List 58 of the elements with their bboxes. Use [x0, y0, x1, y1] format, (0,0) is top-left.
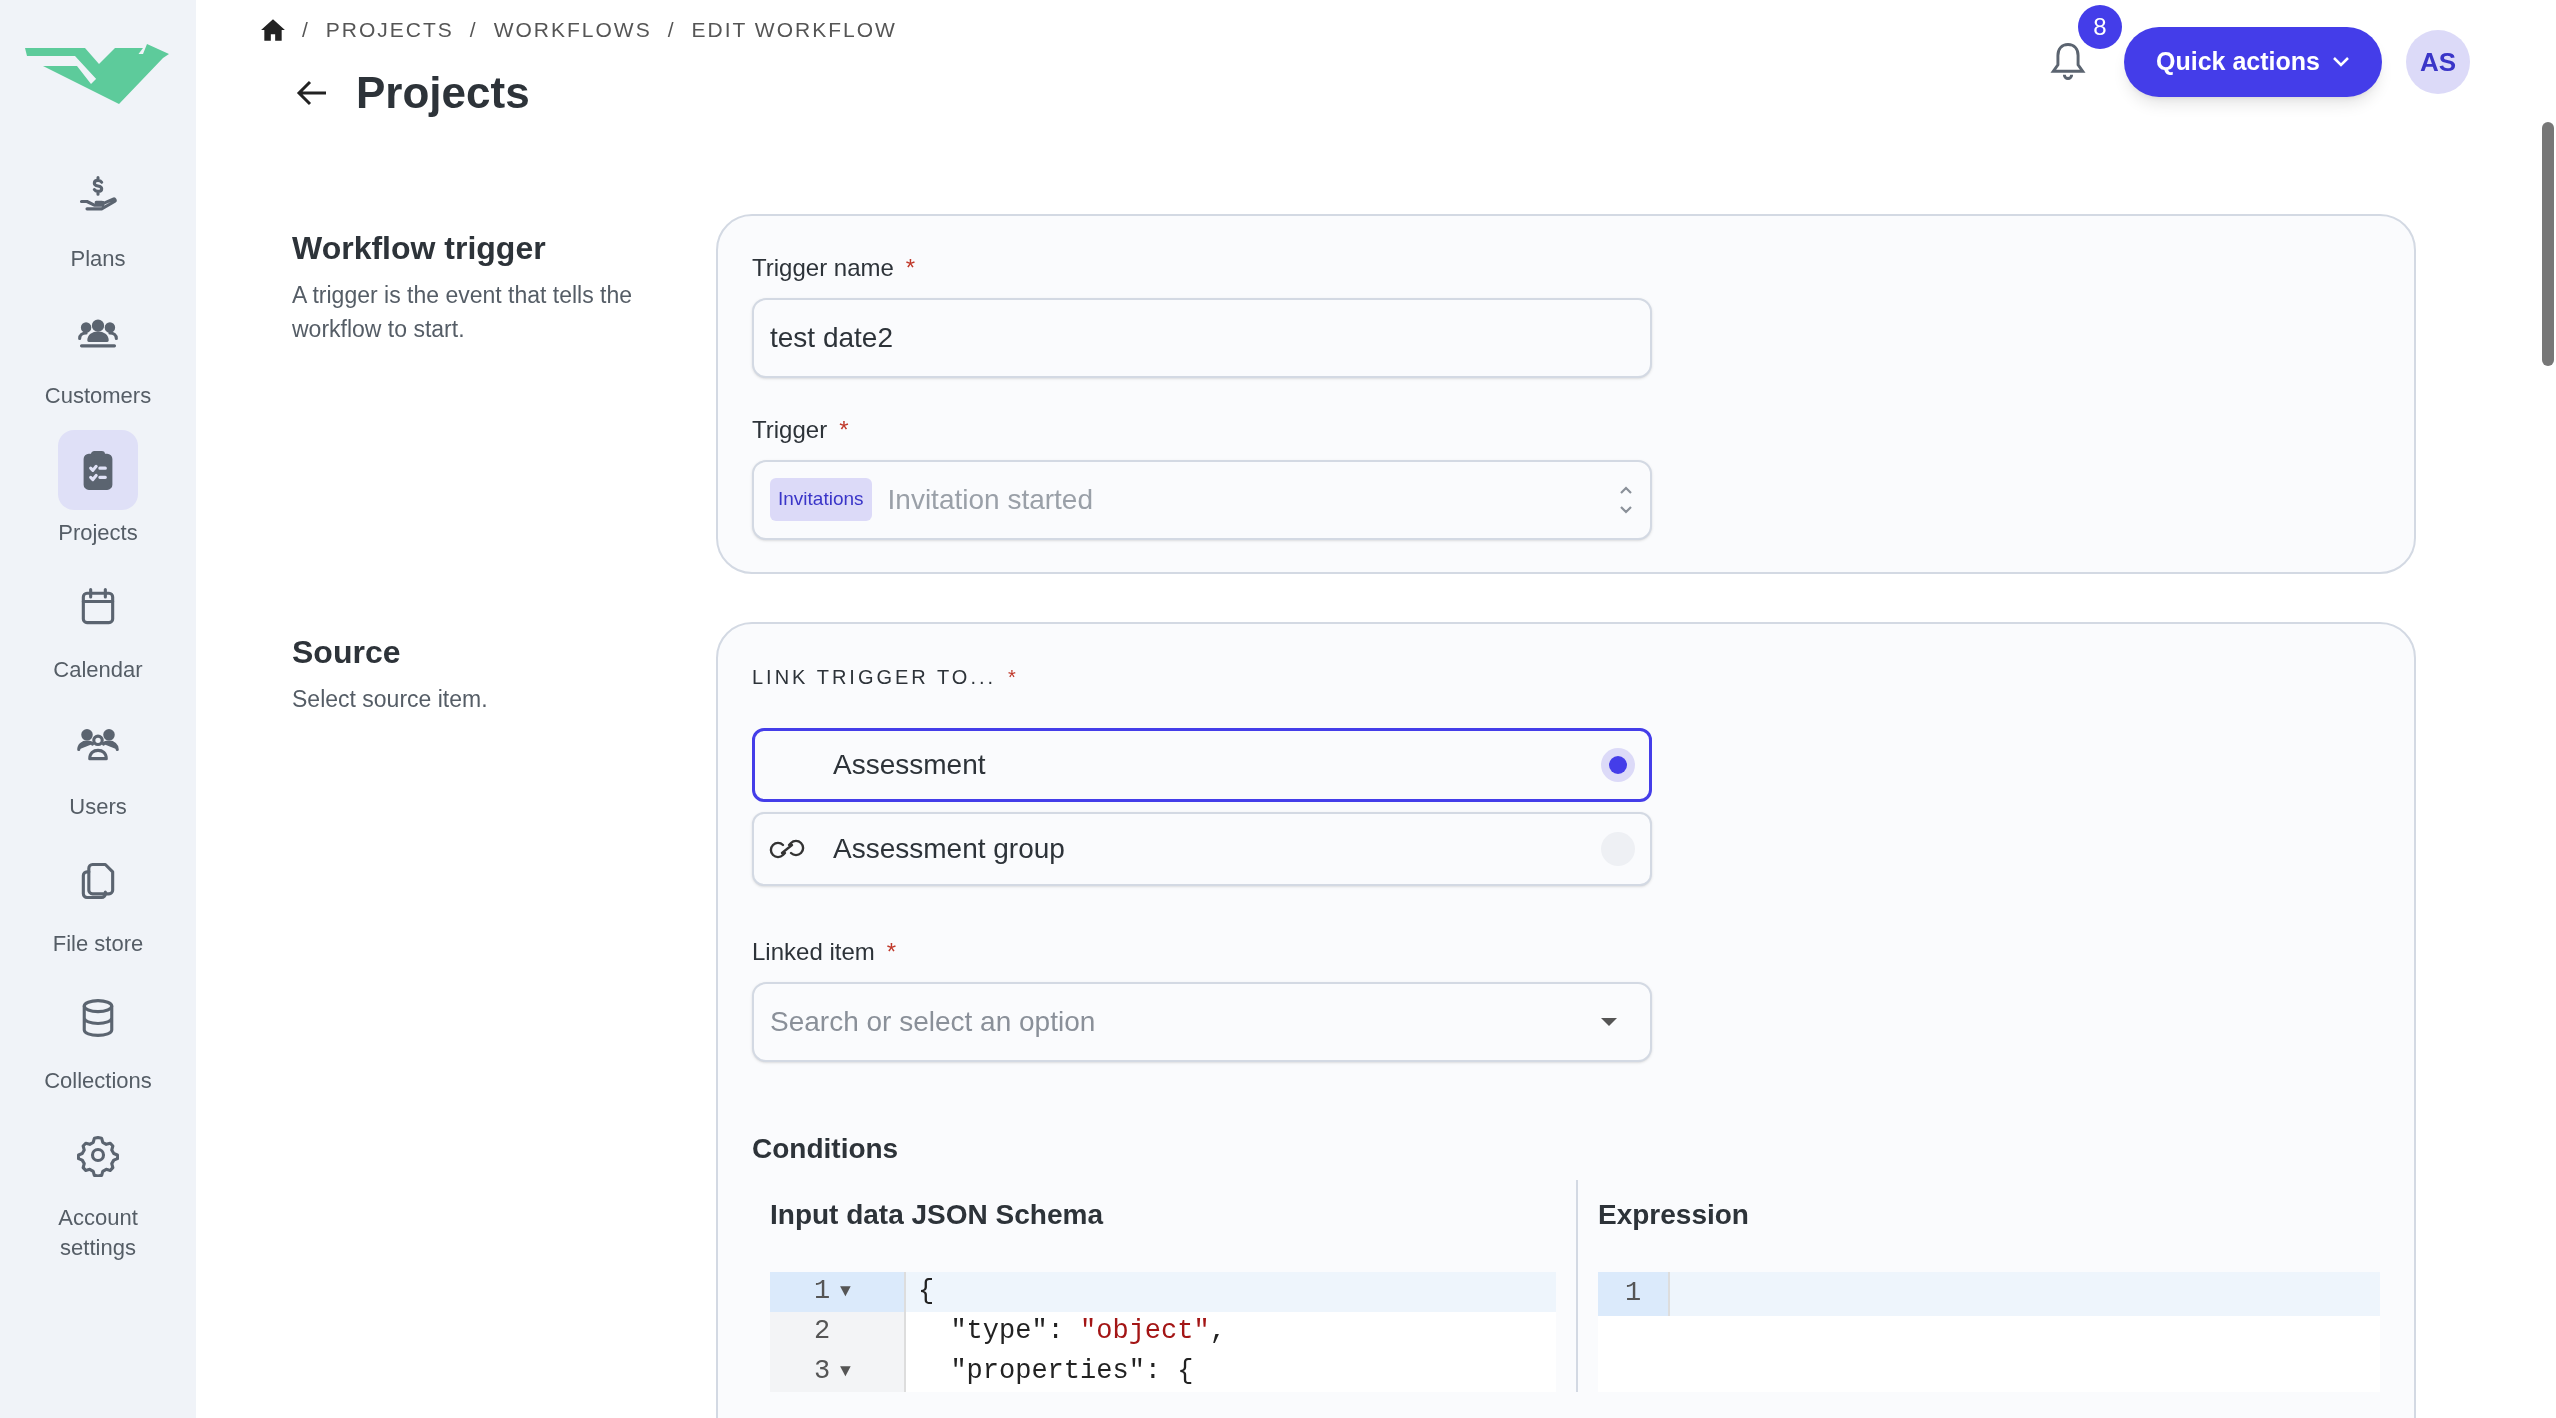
field-label: Trigger [752, 414, 828, 445]
code-line: "type": "object", [949, 1315, 1226, 1349]
line-number: 1 [1598, 1271, 1670, 1316]
sidebar-item[interactable]: Customers [13, 293, 183, 411]
field-label: LINK TRIGGER TO... [752, 664, 997, 690]
notification-badge: 8 [2078, 5, 2123, 49]
breadcrumb-link[interactable]: EDIT WORKFLOW [691, 14, 897, 46]
required-asterisk: * [905, 252, 916, 283]
sidebar-item[interactable]: Plans [13, 156, 183, 274]
section-title: Source [292, 632, 402, 672]
fold-arrow-icon[interactable]: ▼ [840, 1358, 861, 1385]
breadcrumb-link[interactable]: PROJECTS [325, 14, 454, 46]
conditions-title: Conditions [752, 1131, 900, 1166]
user-avatar[interactable]: AS [2406, 30, 2470, 94]
trigger-name-field[interactable]: test date2 [752, 297, 1652, 378]
required-asterisk: * [839, 414, 849, 445]
required-asterisk: * [1008, 664, 1019, 690]
sidebar-item[interactable]: Calendar [13, 567, 183, 685]
dropdown-caret-icon [1600, 1016, 1618, 1027]
sidebar-item[interactable]: File store [13, 841, 183, 959]
quick-actions-button[interactable]: Quick actions [2124, 27, 2382, 97]
required-asterisk: * [886, 936, 897, 967]
category-tag: Invitations [770, 478, 872, 521]
field-label: Trigger name [752, 252, 894, 283]
sidebar-item[interactable]: Projects [13, 430, 183, 548]
expression-editor[interactable]: 1 [1598, 1271, 2380, 1392]
home-icon[interactable] [260, 17, 286, 42]
panel-title: Input data JSON Schema [770, 1197, 1105, 1232]
code-line: "properties": { [949, 1355, 1194, 1389]
radio-option[interactable]: Assessment [752, 727, 1652, 802]
panel-title: Expression [1598, 1197, 1750, 1232]
page-title: Projects [356, 66, 530, 119]
section-description: Select source item. [292, 684, 489, 714]
settings-icon [76, 1133, 120, 1177]
breadcrumb-separator: / [302, 17, 310, 43]
line-number: 1 ▼ [770, 1271, 906, 1312]
back-arrow-icon[interactable] [296, 78, 328, 107]
chevron-down-icon [2332, 56, 2350, 68]
sidebar-item[interactable]: Users [13, 704, 183, 822]
breadcrumb-separator: / [667, 17, 676, 43]
linked-item-select[interactable]: Search or select an option [752, 981, 1652, 1062]
line-number: 2 [770, 1311, 906, 1352]
fold-arrow-icon[interactable]: ▼ [840, 1278, 861, 1305]
scrollbar-thumb[interactable] [2542, 122, 2554, 366]
section-title: Workflow trigger [292, 228, 547, 268]
radio-indicator [1601, 747, 1635, 782]
trigger-select[interactable]: Invitations Invitation started [752, 459, 1652, 540]
breadcrumb-separator: / [469, 17, 478, 43]
field-label: Linked item [752, 936, 875, 967]
breadcrumb-link[interactable]: WORKFLOWS [493, 14, 652, 46]
section-description: A trigger is the event that tells the workflow to start. [292, 280, 634, 344]
radio-option[interactable]: Assessment group [752, 811, 1652, 886]
line-number: 3 ▼ [770, 1351, 906, 1392]
code-line: { [917, 1275, 935, 1309]
code-editor[interactable]: 1 ▼ { 2 "type": "object", 3 ▼ "properties": { [770, 1271, 1556, 1392]
sidebar-item[interactable]: Account settings [13, 1115, 183, 1263]
selected-value: Invitation started [887, 482, 1094, 517]
sidebar-item[interactable]: Collections [13, 978, 183, 1096]
